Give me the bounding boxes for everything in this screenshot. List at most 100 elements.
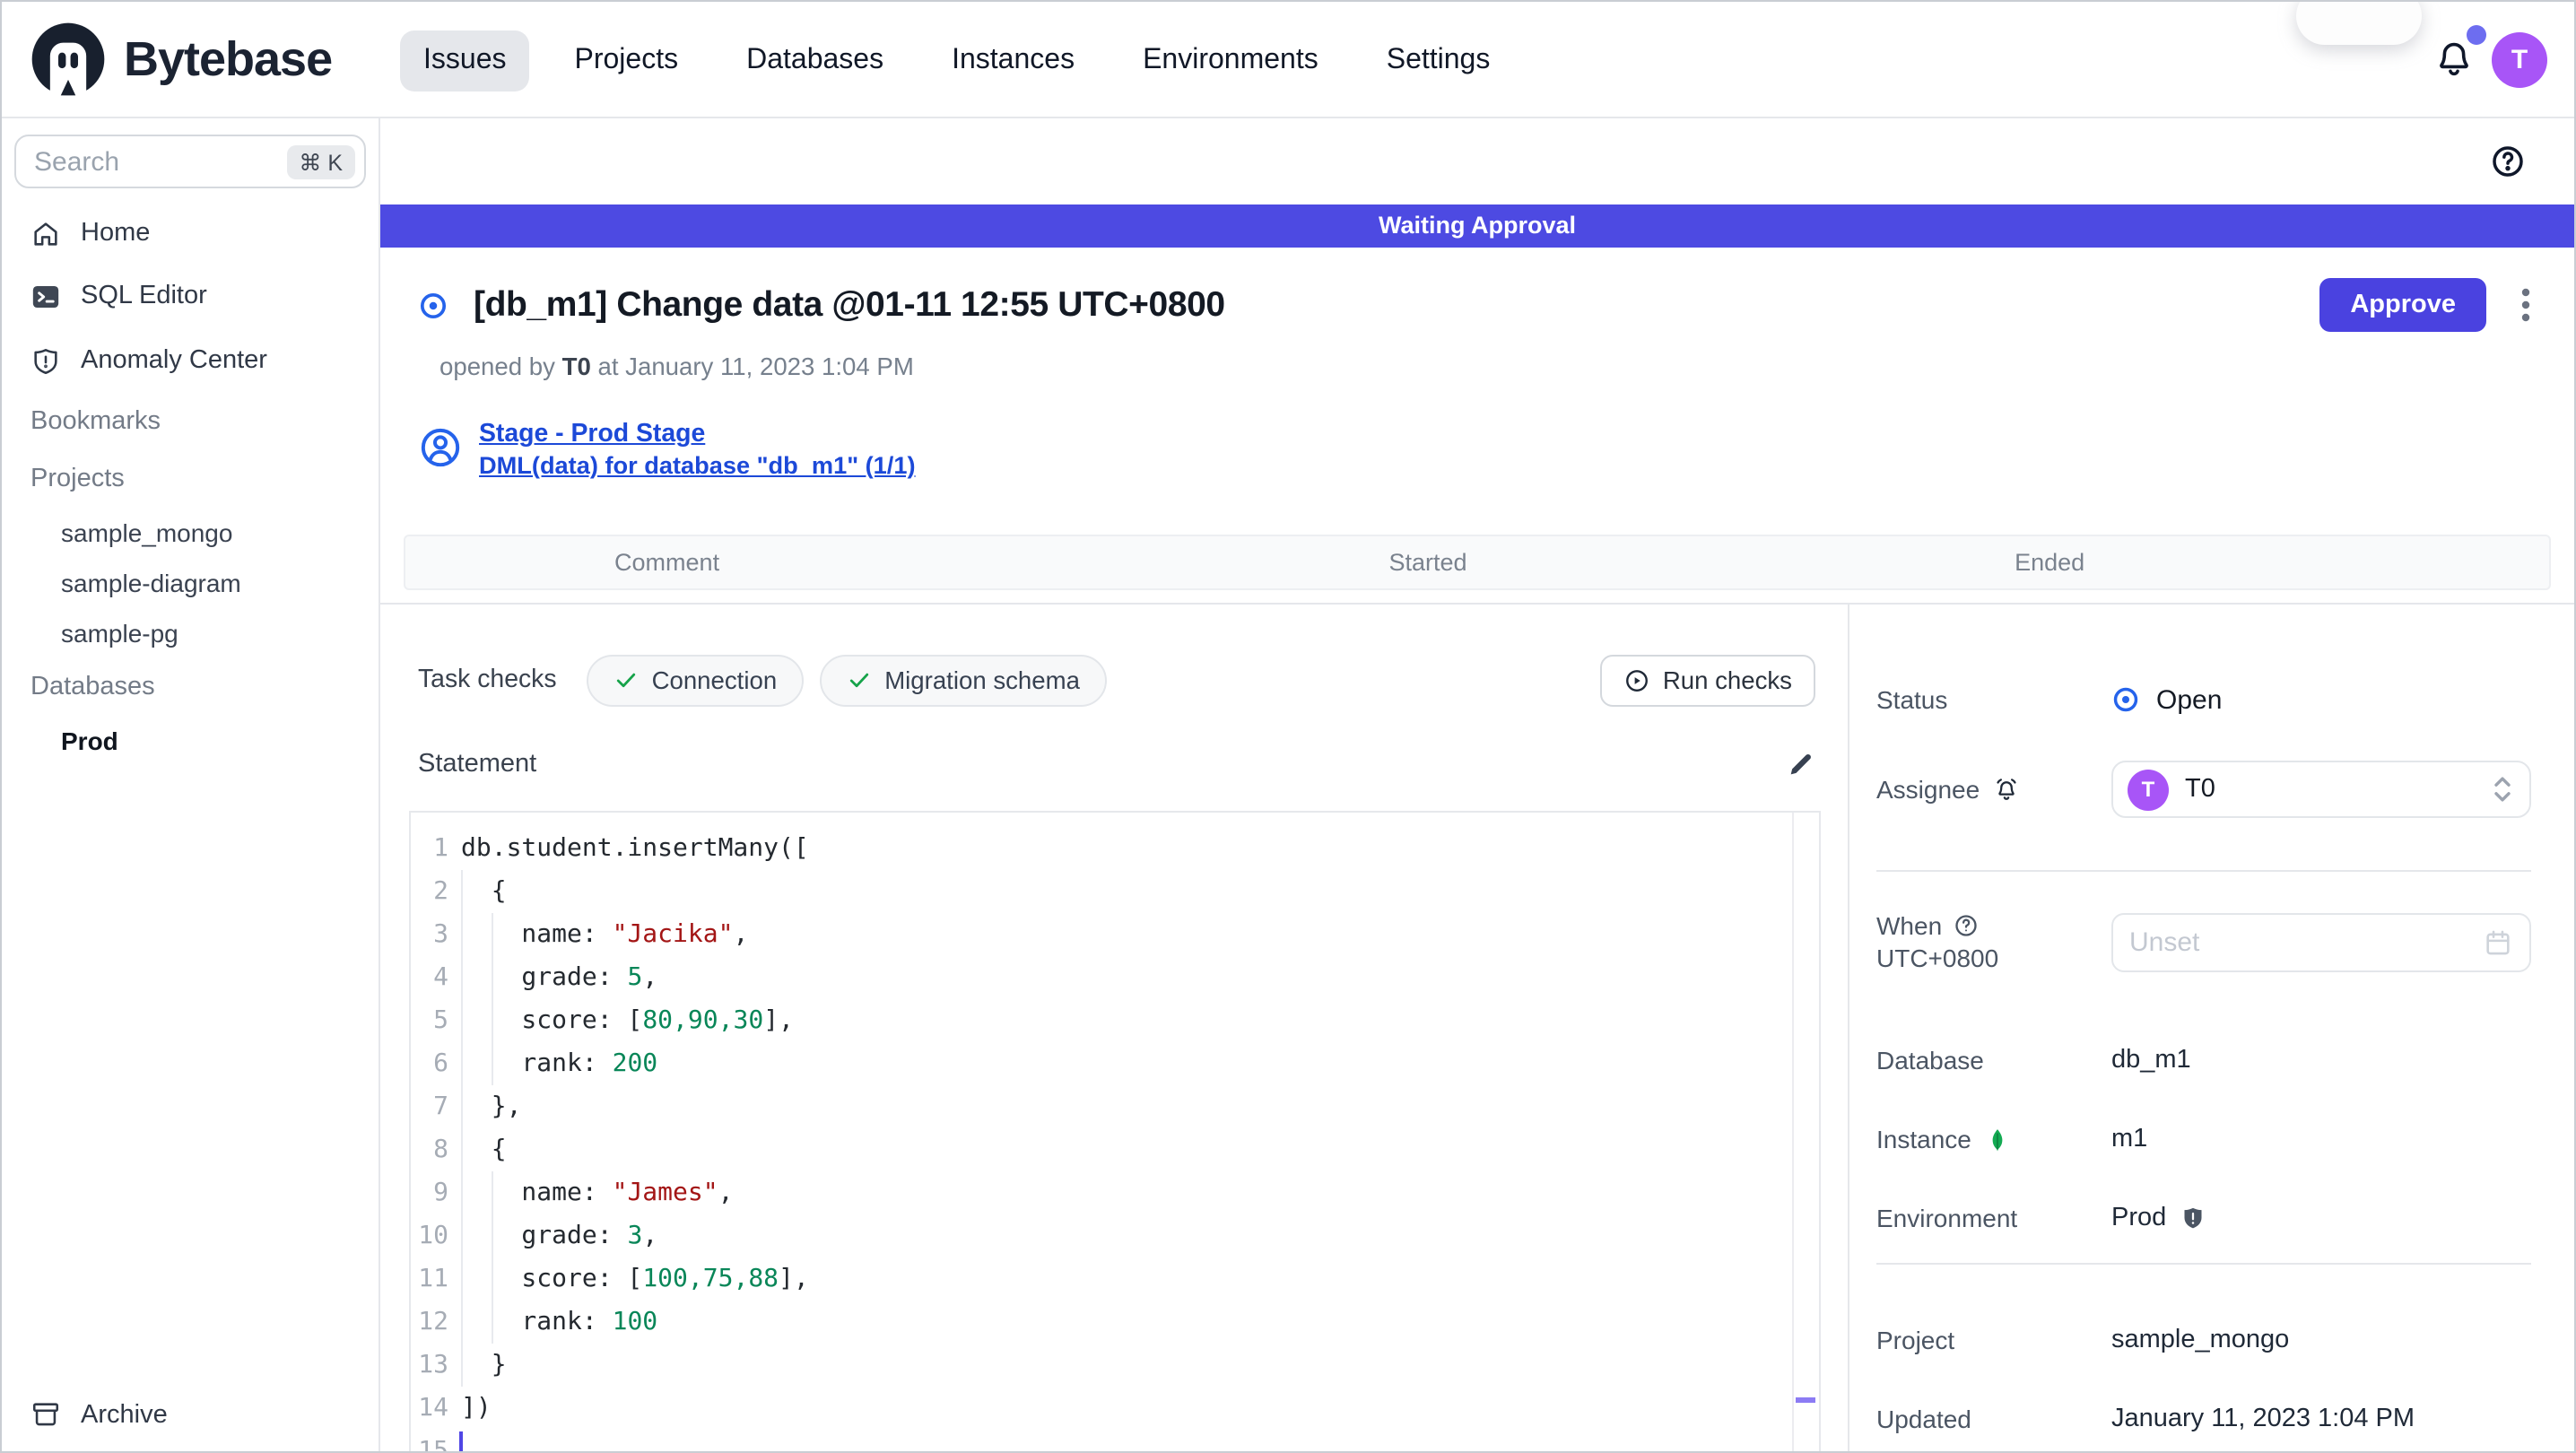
- brand[interactable]: Bytebase: [29, 20, 333, 99]
- environment-value: Prod: [2111, 1204, 2167, 1232]
- status-value: Open: [2156, 684, 2223, 715]
- help-icon[interactable]: [2490, 144, 2526, 179]
- line-number: 4: [433, 963, 448, 992]
- line-number: 10: [418, 1222, 448, 1250]
- code-line: 6 rank: 200: [411, 1042, 1819, 1085]
- updated-value: January 11, 2023 1:04 PM: [2111, 1405, 2415, 1433]
- when-row: When UTC+0800 Unset: [1876, 909, 2531, 974]
- line-number: 1: [433, 834, 448, 863]
- task-check-badge-connection[interactable]: Connection: [587, 654, 805, 706]
- when-placeholder: Unset: [2129, 927, 2200, 957]
- sidebar-item-prod[interactable]: Prod: [2, 716, 379, 766]
- tab-databases[interactable]: Databases: [723, 30, 907, 91]
- shield-alert-icon: [30, 345, 61, 376]
- when-timezone: UTC+0800: [1876, 944, 1999, 972]
- task-columns-header: Comment Started Ended: [404, 535, 2551, 590]
- issue-header: [db_m1] Change data @01-11 12:55 UTC+080…: [380, 248, 2574, 605]
- when-label: When: [1876, 911, 1943, 940]
- code-text: ]): [461, 1387, 492, 1430]
- chevrons-up-down-icon: [2490, 773, 2515, 805]
- text-cursor: [459, 1431, 463, 1451]
- code-plain: name:: [461, 1179, 613, 1207]
- notification-bell-icon[interactable]: [2432, 38, 2476, 81]
- tab-issues[interactable]: Issues: [400, 30, 530, 91]
- tab-environments[interactable]: Environments: [1119, 30, 1342, 91]
- sidebar-section-databases: Databases: [30, 673, 155, 701]
- code-number: 100: [612, 1308, 658, 1336]
- sidebar-item-sample-diagram[interactable]: sample-diagram: [2, 558, 379, 608]
- code-text: name: "James",: [461, 1171, 733, 1214]
- search-input[interactable]: Search ⌘ K: [14, 135, 366, 188]
- code-string: "James": [612, 1179, 718, 1207]
- approve-button[interactable]: Approve: [2319, 278, 2486, 332]
- code-pane: 1 db.student.insertMany([2 {3 name: "Jaci…: [411, 827, 1819, 1451]
- project-value[interactable]: sample_mongo: [2111, 1326, 2531, 1354]
- task-check-badge-migration-schema[interactable]: Migration schema: [820, 654, 1107, 706]
- stage-row: Stage - Prod Stage DML(data) for databas…: [418, 420, 916, 479]
- code-plain: ],: [763, 1006, 794, 1035]
- code-plain: ,: [642, 1222, 658, 1250]
- code-plain: },: [461, 1092, 522, 1121]
- search-placeholder: Search: [34, 146, 120, 177]
- instance-value: m1: [2111, 1125, 2148, 1153]
- more-vertical-icon[interactable]: [2510, 285, 2542, 325]
- mongodb-leaf-icon: [1984, 1126, 2011, 1153]
- code-plain: rank:: [461, 1049, 613, 1078]
- floating-pill-artifact: [2296, 2, 2422, 45]
- overview-ruler-cursor-mark: [1796, 1397, 1815, 1403]
- stage-link[interactable]: Stage - Prod Stage: [479, 420, 916, 448]
- code-number: 5: [627, 963, 643, 992]
- line-number: 8: [433, 1135, 448, 1164]
- run-checks-button[interactable]: Run checks: [1599, 654, 1815, 706]
- assignee-bell-icon[interactable]: [1992, 776, 2019, 803]
- code-number: 80,90,30: [642, 1006, 764, 1035]
- left-column: Task checks Connection Migration schema R…: [380, 605, 1851, 1451]
- stage-task-link[interactable]: DML(data) for database "db_m1" (1/1): [479, 452, 916, 479]
- brand-wordmark: Bytebase: [124, 31, 333, 85]
- database-label: Database: [1876, 1046, 1984, 1075]
- line-number: 7: [433, 1092, 448, 1121]
- line-number: 5: [433, 1006, 448, 1035]
- code-plain: grade:: [461, 1222, 628, 1250]
- code-line: 4 grade: 5,: [411, 956, 1819, 999]
- column-header-started: Started: [1388, 549, 1467, 576]
- pencil-edit-icon[interactable]: [1787, 750, 1815, 779]
- tab-instances[interactable]: Instances: [928, 30, 1098, 91]
- question-circle-icon[interactable]: [1953, 913, 1978, 938]
- overview-ruler-divider: [1792, 813, 1794, 1451]
- tab-settings[interactable]: Settings: [1363, 30, 1514, 91]
- help-bar: [380, 118, 2574, 204]
- project-row: Project sample_mongo: [1876, 1318, 2531, 1362]
- sidebar-item-label: Anomaly Center: [81, 346, 267, 375]
- sidebar-item-home[interactable]: Home: [2, 203, 379, 264]
- task-checks-label: Task checks: [418, 666, 557, 694]
- sidebar-item-archive[interactable]: Archive: [30, 1399, 168, 1430]
- environment-row: Environment Prod: [1876, 1196, 2531, 1240]
- sidebar-item-sample-mongo[interactable]: sample_mongo: [2, 508, 379, 558]
- code-text: }: [461, 1344, 507, 1387]
- code-text: {: [461, 870, 507, 913]
- issue-opened-line: opened by T0 at January 11, 2023 1:04 PM: [439, 353, 914, 380]
- code-plain: ,: [733, 920, 749, 949]
- search-shortcut-badge: ⌘ K: [286, 144, 355, 178]
- sidebar-item-sql-editor[interactable]: SQL Editor: [2, 264, 379, 328]
- sidebar-item-sample-pg[interactable]: sample-pg: [2, 608, 379, 658]
- project-label: Project: [1876, 1326, 1955, 1354]
- sidebar-item-label: SQL Editor: [81, 282, 207, 310]
- assignee-avatar: T: [2128, 769, 2169, 810]
- issue-details-sidebar: Status Open Assignee T T0 When UTC+0800 …: [1848, 605, 2574, 1451]
- code-text: score: [80,90,30],: [461, 999, 794, 1042]
- user-avatar[interactable]: T: [2492, 32, 2547, 88]
- sidebar-item-label: Home: [81, 219, 151, 248]
- database-value: db_m1: [2111, 1046, 2191, 1075]
- tab-projects[interactable]: Projects: [552, 30, 702, 91]
- bytebase-logo-icon: [29, 20, 108, 99]
- assignee-select[interactable]: T T0: [2111, 761, 2531, 818]
- code-line: 11 score: [100,75,88],: [411, 1257, 1819, 1301]
- code-line: 8 {: [411, 1128, 1819, 1171]
- code-plain: ],: [779, 1265, 809, 1293]
- shield-protected-icon: [2179, 1205, 2206, 1231]
- sql-statement-editor[interactable]: 1 db.student.insertMany([2 {3 name: "Jaci…: [409, 811, 1821, 1451]
- sidebar-item-anomaly-center[interactable]: Anomaly Center: [2, 328, 379, 393]
- when-datetime-input[interactable]: Unset: [2111, 912, 2531, 971]
